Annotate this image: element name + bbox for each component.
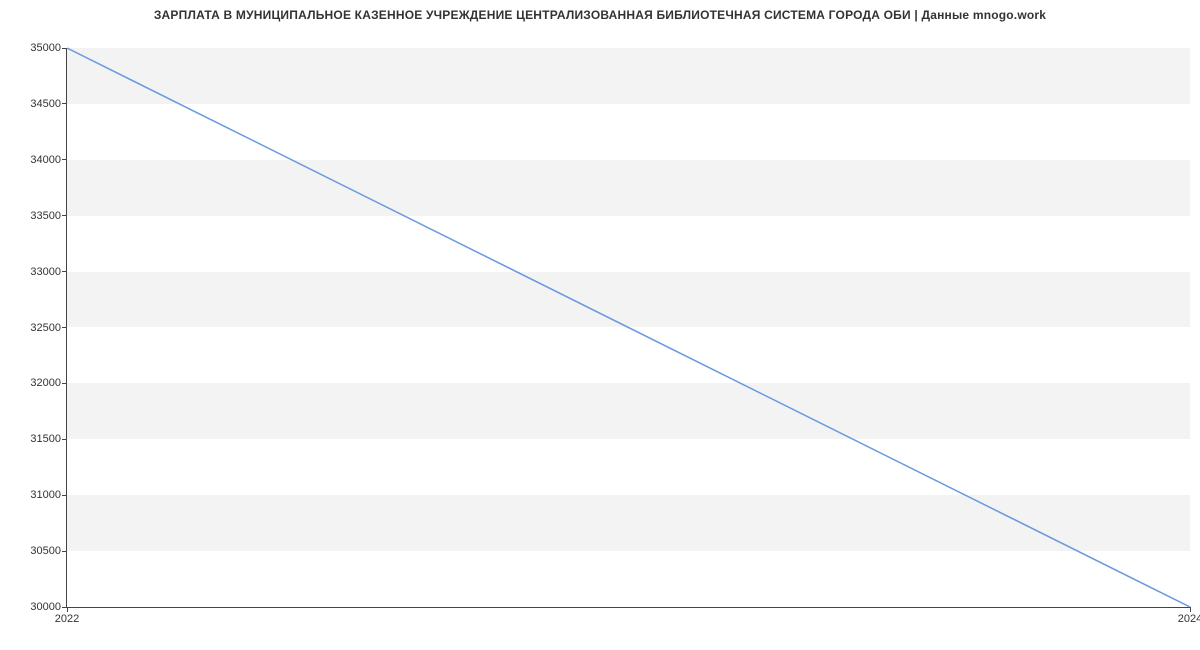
y-tick-mark	[62, 271, 67, 272]
y-tick-label: 31500	[30, 433, 61, 445]
x-tick-mark	[1190, 607, 1191, 612]
y-tick-mark	[62, 48, 67, 49]
y-tick-label: 32500	[30, 322, 61, 334]
y-tick-label: 30000	[30, 601, 61, 613]
y-tick-mark	[62, 383, 67, 384]
y-tick-label: 30500	[30, 545, 61, 557]
y-tick-mark	[62, 551, 67, 552]
y-tick-mark	[62, 327, 67, 328]
y-tick-label: 34000	[30, 154, 61, 166]
y-tick-mark	[62, 215, 67, 216]
y-tick-label: 33000	[30, 266, 61, 278]
chart-container: ЗАРПЛАТА В МУНИЦИПАЛЬНОЕ КАЗЕННОЕ УЧРЕЖД…	[0, 0, 1200, 650]
y-tick-label: 31000	[30, 489, 61, 501]
y-tick-label: 32000	[30, 377, 61, 389]
x-tick-label: 2024	[1178, 613, 1200, 625]
chart-line-svg	[67, 48, 1190, 607]
chart-title: ЗАРПЛАТА В МУНИЦИПАЛЬНОЕ КАЗЕННОЕ УЧРЕЖД…	[0, 0, 1200, 22]
y-tick-mark	[62, 159, 67, 160]
y-tick-mark	[62, 439, 67, 440]
y-tick-mark	[62, 103, 67, 104]
x-tick-label: 2022	[55, 613, 79, 625]
y-tick-label: 35000	[30, 42, 61, 54]
data-line	[67, 48, 1190, 607]
x-tick-mark	[67, 607, 68, 612]
plot-area: 3000030500310003150032000325003300033500…	[66, 48, 1190, 608]
y-tick-label: 34500	[30, 98, 61, 110]
y-tick-label: 33500	[30, 210, 61, 222]
y-tick-mark	[62, 495, 67, 496]
